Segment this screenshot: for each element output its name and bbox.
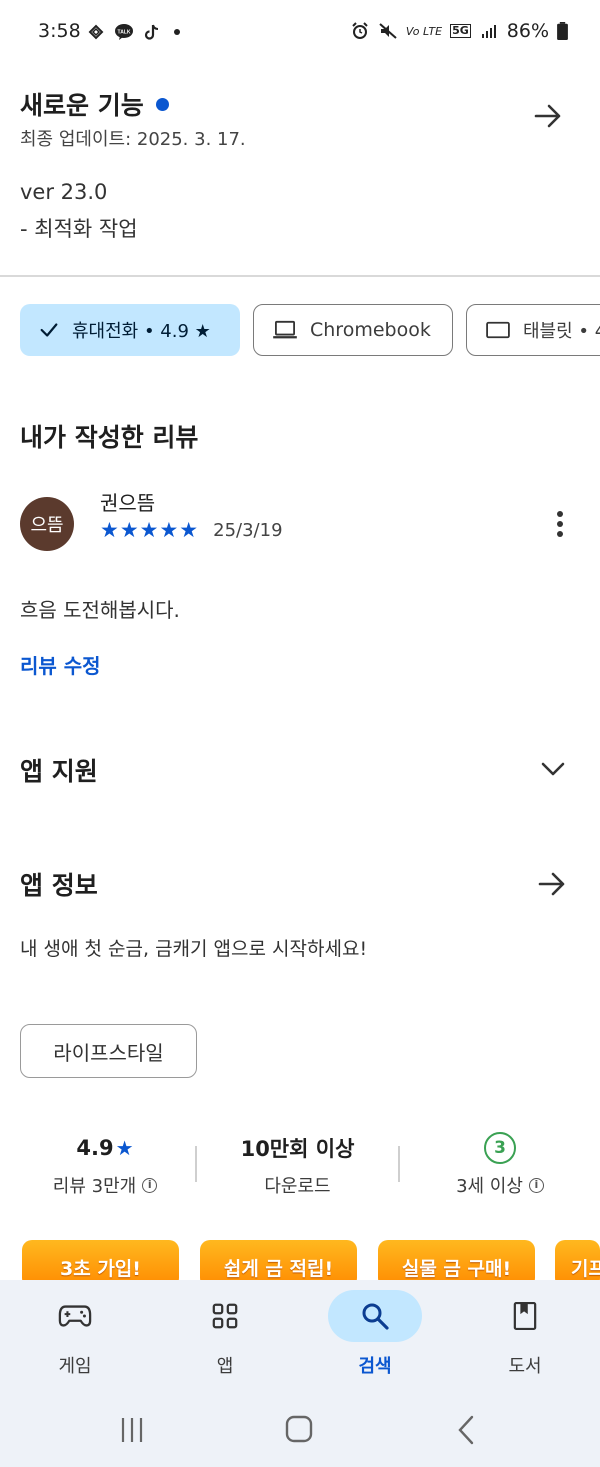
section-divider [0, 275, 600, 277]
nav-label: 게임 [58, 1356, 92, 1377]
nav-pill [478, 1290, 572, 1342]
alarm-icon [352, 22, 368, 39]
my-review-heading: 내가 작성한 리뷰 [20, 423, 199, 452]
status-system-icons: Vo LTE 5G 86% [350, 20, 568, 42]
stat-age[interactable]: 3 3세 이상 i [410, 1132, 590, 1198]
nav-label: 앱 [216, 1356, 234, 1377]
chip-phone-label: 휴대전화 • 4.9 ★ [72, 321, 211, 342]
svg-text:TALK: TALK [118, 30, 131, 36]
chip-chromebook-label: Chromebook [310, 319, 431, 341]
stat-separator [195, 1146, 197, 1182]
stat-separator [398, 1146, 400, 1182]
home-icon[interactable] [285, 1415, 313, 1443]
volte-icon: Vo LTE [405, 24, 443, 38]
app-support-heading: 앱 지원 [20, 757, 98, 786]
stat-rating-value-row: 4.9 ★ [20, 1132, 190, 1164]
whats-new-notes: - 최적화 작업 [20, 217, 138, 241]
app-support-row[interactable]: 앱 지원 [0, 740, 600, 800]
status-bar: 3:58 TALK Vo LTE 5G 86% [0, 0, 600, 64]
chevron-down-icon [541, 762, 565, 776]
signal-icon [481, 25, 496, 38]
review-author: 권으뜸 [100, 491, 156, 515]
info-icon: i [528, 1177, 544, 1193]
stat-rating-value: 4.9 [76, 1136, 114, 1160]
avatar-text: 으뜸 [30, 515, 64, 536]
info-icon: i [142, 1177, 158, 1193]
app-description: 내 생애 첫 순금, 금캐기 앱으로 시작하세요! [20, 938, 368, 960]
status-notification-icons: TALK [86, 22, 180, 42]
chip-tablet[interactable]: 태블릿 • 4 [466, 304, 600, 356]
review-more-button[interactable] [538, 502, 582, 546]
promo-text: 3초 가입! [60, 1258, 141, 1280]
promo-text: 쉽게 금 적립! [223, 1258, 334, 1280]
new-indicator-dot [155, 97, 169, 111]
stat-downloads-value: 10만회 이상 [240, 1137, 355, 1161]
promo-text: 실물 금 구매! [401, 1258, 512, 1280]
whats-new-section: 새로운 기능 최종 업데이트: 2025. 3. 17. ver 23.0 - … [0, 80, 600, 270]
stat-downloads: 10만회 이상 다운로드 [205, 1132, 390, 1198]
network-5g-icon: 5G [450, 24, 471, 38]
whats-new-title: 새로운 기능 [20, 91, 144, 120]
age-rating-value: 3 [494, 1138, 506, 1158]
review-stars: ★★★★★ [100, 518, 200, 542]
stat-rating[interactable]: 4.9 ★ 리뷰 3만개 i [20, 1132, 190, 1198]
nav-item-search[interactable]: 검색 [315, 1280, 435, 1402]
review-meta: ★★★★★ 25/3/19 [100, 518, 283, 542]
gamepad-icon [58, 1305, 92, 1327]
review-date: 25/3/19 [213, 520, 283, 541]
more-notifications-dot [174, 29, 180, 35]
whats-new-arrow-button[interactable] [526, 94, 570, 138]
tablet-icon [486, 321, 510, 339]
arrow-right-icon [534, 104, 561, 128]
nav-item-games[interactable]: 게임 [15, 1280, 135, 1402]
bottom-navigation: 게임 앱 검색 도서 [0, 1280, 600, 1402]
stat-age-label: 3세 이상 [456, 1176, 523, 1197]
chip-phone[interactable]: 휴대전화 • 4.9 ★ [20, 304, 240, 356]
edit-review-link[interactable]: 리뷰 수정 [20, 650, 101, 679]
stat-rating-label: 리뷰 3만개 [52, 1176, 137, 1197]
mute-icon [379, 23, 397, 39]
rating-star-icon: ★ [115, 1136, 134, 1160]
chip-chromebook[interactable]: Chromebook [253, 304, 453, 356]
recent-apps-icon[interactable] [118, 1416, 146, 1444]
stat-downloads-label: 다운로드 [264, 1176, 331, 1197]
promo-text: 기프 [571, 1258, 600, 1280]
stat-rating-label-row: 리뷰 3만개 i [20, 1172, 190, 1198]
review-text: 흐음 도전해봅시다. [20, 598, 180, 622]
stat-age-badge-row: 3 [410, 1132, 590, 1164]
nav-label: 도서 [508, 1356, 542, 1377]
whats-new-header: 새로운 기능 [20, 86, 169, 122]
category-tag[interactable]: 라이프스타일 [20, 1024, 197, 1078]
whats-new-updated: 최종 업데이트: 2025. 3. 17. [20, 129, 246, 150]
book-icon [513, 1301, 537, 1331]
battery-icon [557, 22, 568, 40]
nav-pill-active [328, 1290, 422, 1342]
link-app-icon [88, 24, 104, 40]
stat-age-label-row: 3세 이상 i [410, 1172, 590, 1198]
nav-item-apps[interactable]: 앱 [165, 1280, 285, 1402]
nav-item-books[interactable]: 도서 [465, 1280, 585, 1402]
more-vert-icon [557, 511, 563, 537]
kakaotalk-icon: TALK [115, 24, 133, 40]
nav-label: 검색 [358, 1356, 392, 1377]
age-rating-icon: 3 [484, 1132, 516, 1164]
chip-tablet-label: 태블릿 • 4 [523, 321, 600, 342]
app-info-row[interactable]: 앱 정보 [0, 852, 600, 912]
apps-grid-icon [212, 1303, 238, 1329]
battery-percent: 86% [506, 20, 549, 42]
whats-new-version: ver 23.0 [20, 180, 108, 204]
system-navigation-bar [0, 1402, 600, 1467]
search-icon [362, 1303, 389, 1330]
nav-pill [178, 1290, 272, 1342]
arrow-right-icon [538, 872, 565, 896]
tiktok-icon [144, 24, 159, 40]
check-icon [40, 323, 58, 337]
status-time: 3:58 [38, 20, 81, 42]
app-info-heading: 앱 정보 [20, 871, 98, 900]
avatar: 으뜸 [20, 497, 74, 551]
back-icon[interactable] [456, 1415, 476, 1445]
nav-pill [28, 1290, 122, 1342]
laptop-icon [273, 320, 297, 339]
category-tag-label: 라이프스타일 [53, 1040, 164, 1065]
